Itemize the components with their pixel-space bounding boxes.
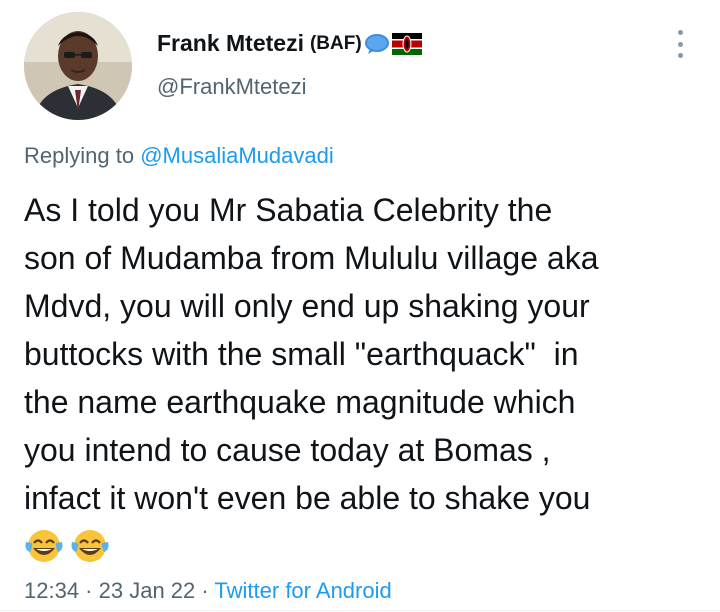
tweet-meta: 12:34 · 23 Jan 22 · Twitter for Android [24, 578, 392, 604]
mention-link[interactable]: @MusaliaMudavadi [140, 143, 334, 168]
replying-to: Replying to @MusaliaMudavadi [24, 143, 334, 169]
avatar[interactable] [24, 12, 132, 120]
replying-to-label: Replying to [24, 143, 135, 168]
tweet-line: Mdvd, you will only end up shaking your [24, 288, 590, 324]
author-badge: (BAF) [309, 32, 362, 54]
divider [0, 610, 720, 611]
author-display-name[interactable]: Frank Mtetezi [157, 30, 304, 57]
tweet-time[interactable]: 12:34 [24, 578, 79, 603]
author-name-row[interactable]: Frank Mtetezi (BAF) [157, 30, 422, 57]
face-with-tears-of-joy-icon [25, 530, 63, 562]
tweet-line: As I told you Mr Sabatia Celebrity the [24, 192, 553, 228]
tweet-text: As I told you Mr Sabatia Celebrity the s… [24, 186, 704, 564]
tweet-line: the name earthquake magnitude which [24, 384, 576, 420]
more-options-icon[interactable] [672, 30, 688, 58]
tweet-date[interactable]: 23 Jan 22 [99, 578, 196, 603]
speech-balloon-icon [364, 33, 389, 54]
tweet-line: you intend to cause today at Bomas , [24, 432, 551, 468]
tweet-source-link[interactable]: Twitter for Android [214, 578, 391, 603]
author-handle[interactable]: @FrankMtetezi [157, 74, 306, 100]
kenya-flag-icon [391, 32, 422, 55]
emoji-row [24, 528, 704, 564]
tweet-line: buttocks with the small "earthquack" in [24, 336, 579, 372]
tweet-line: infact it won't even be able to shake yo… [24, 480, 591, 516]
meta-separator: · [195, 578, 215, 603]
face-with-tears-of-joy-icon [71, 530, 109, 562]
tweet-line: son of Mudamba from Mululu village aka [24, 240, 599, 276]
meta-separator: · [79, 578, 99, 603]
avatar-photo [24, 12, 132, 120]
